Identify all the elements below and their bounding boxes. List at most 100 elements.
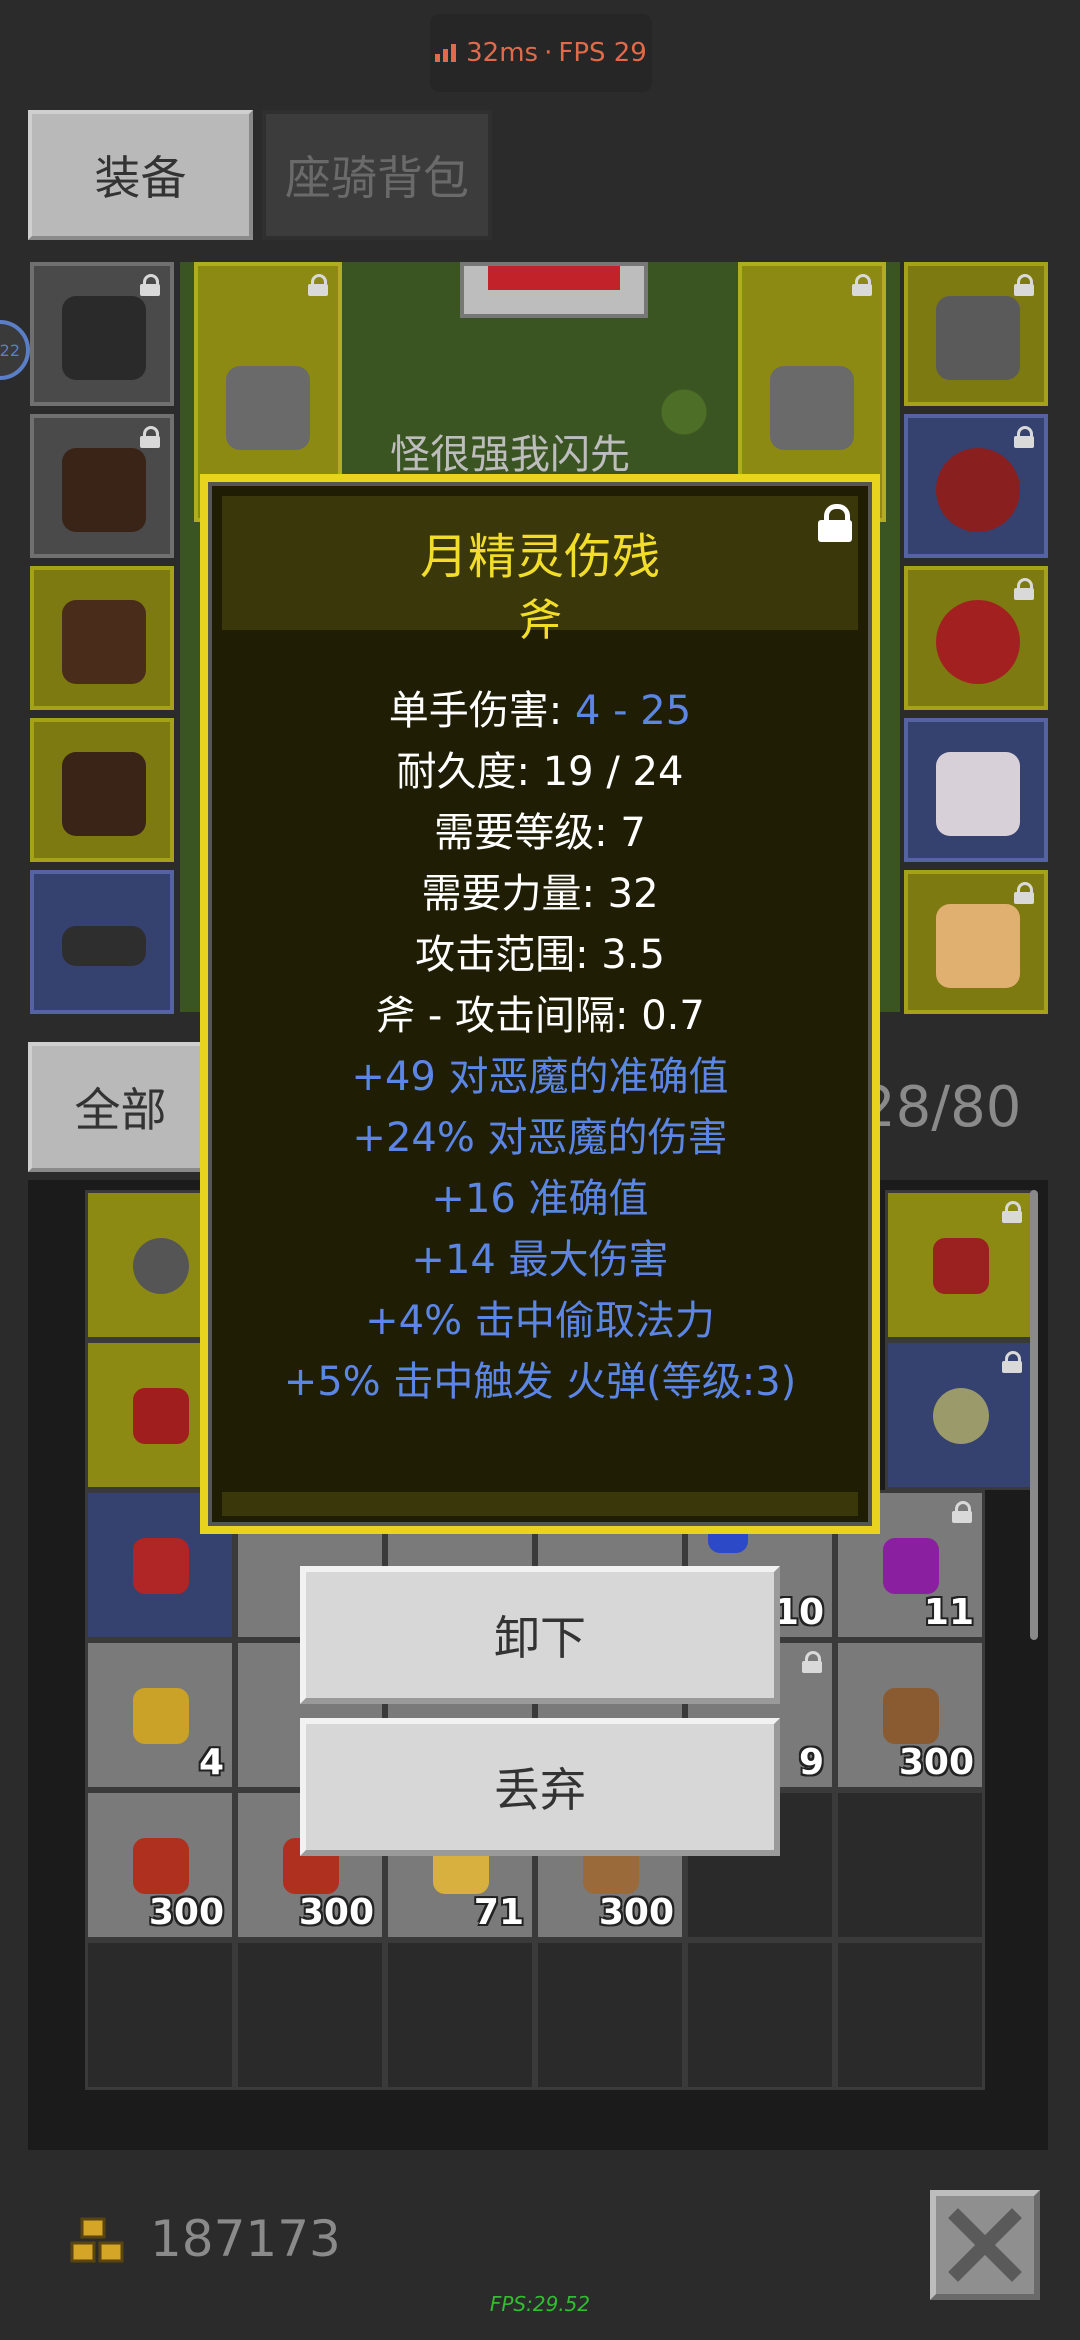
armor-slot[interactable]	[30, 414, 174, 558]
inventory-cell-empty[interactable]	[685, 1940, 835, 2090]
ring-slot-1[interactable]	[904, 414, 1048, 558]
mount-slot[interactable]	[904, 870, 1048, 1014]
fps-status: FPS 29	[558, 38, 647, 68]
status-separator: ·	[544, 38, 553, 68]
lock-icon	[140, 426, 160, 448]
gloves-icon	[62, 600, 146, 684]
helmet-slot[interactable]	[30, 262, 174, 406]
affix-line: +14 最大伤害	[411, 1237, 669, 1283]
inventory-cell-empty[interactable]	[835, 1790, 985, 1940]
item-quantity: 10	[773, 1592, 824, 1633]
affix-line: +16 准确值	[431, 1176, 649, 1222]
side-bubble[interactable]: 22	[0, 320, 30, 380]
purple-gem-icon	[883, 1538, 939, 1594]
item-tooltip: 月精灵伤残 斧 单手伤害: 4 - 25 耐久度: 19 / 24 需要等级: …	[200, 474, 880, 1534]
shield-icon	[133, 1238, 189, 1294]
boots-icon	[62, 752, 146, 836]
meat-icon	[133, 1838, 189, 1894]
ring-icon	[936, 448, 1020, 532]
discard-button[interactable]: 丢弃	[300, 1718, 780, 1856]
lock-icon	[852, 274, 872, 296]
bread-icon	[883, 1688, 939, 1744]
affix-line: +24% 对恶魔的伤害	[352, 1115, 728, 1161]
ping-text: 32ms	[466, 38, 539, 68]
inventory-cell[interactable]	[885, 1340, 1035, 1490]
belt-icon	[62, 926, 146, 966]
item-quantity: 11	[923, 1592, 974, 1633]
lock-icon	[1014, 274, 1034, 296]
lock-icon	[1002, 1351, 1022, 1373]
gold-amount: 187173	[150, 2210, 341, 2268]
lock-icon	[308, 274, 328, 296]
lock-icon	[1014, 882, 1034, 904]
close-button[interactable]	[930, 2190, 1040, 2300]
stat-durability: 耐久度: 19 / 24	[396, 749, 684, 795]
inventory-scrollbar[interactable]	[1030, 1190, 1038, 1640]
scene-banner	[460, 262, 648, 318]
inventory-cell-empty[interactable]	[535, 1940, 685, 2090]
stat-attack-interval: 斧 - 攻击间隔: 0.7	[375, 993, 705, 1039]
tab-equipment[interactable]: 装备	[28, 110, 253, 240]
tooltip-footer	[222, 1492, 858, 1516]
item-quantity: 4	[198, 1742, 224, 1783]
stat-required-level: 需要等级: 7	[434, 810, 646, 856]
axe-icon	[133, 1538, 189, 1594]
inventory-cell-empty[interactable]	[85, 1940, 235, 2090]
filter-all-button[interactable]: 全部	[28, 1042, 213, 1172]
lock-icon[interactable]	[818, 504, 852, 542]
stat-damage: 单手伤害: 4 - 25	[388, 688, 692, 734]
ring-icon	[933, 1388, 989, 1444]
unequip-button[interactable]: 卸下	[300, 1566, 780, 1704]
scythe-icon	[770, 366, 854, 450]
inventory-cell-empty[interactable]	[235, 1940, 385, 2090]
ring-slot-2[interactable]	[904, 566, 1048, 710]
sword-icon	[933, 1238, 989, 1294]
inventory-cell[interactable]	[885, 1190, 1035, 1340]
affix-line: +4% 击中偷取法力	[365, 1298, 715, 1344]
item-quantity: 9	[798, 1742, 824, 1783]
gloves-slot[interactable]	[30, 566, 174, 710]
inventory-cell[interactable]: 4	[85, 1640, 235, 1790]
inventory-cell[interactable]: 300	[85, 1790, 235, 1940]
lock-icon	[1014, 578, 1034, 600]
scene-text: 怪很强我闪先	[390, 432, 630, 478]
item-type: 斧	[518, 595, 562, 646]
affix-line: +49 对恶魔的准确值	[351, 1054, 729, 1100]
bag-count: 28/80	[860, 1075, 1022, 1140]
network-status: 32ms · FPS 29	[430, 14, 652, 92]
ring-icon	[936, 600, 1020, 684]
item-quantity: 300	[598, 1892, 674, 1933]
affix-line: +5% 击中触发 火弹(等级:3)	[283, 1359, 797, 1405]
axe-icon	[226, 366, 310, 450]
inventory-cell[interactable]: 300	[835, 1640, 985, 1790]
amulet-slot[interactable]	[904, 262, 1048, 406]
lock-icon	[952, 1501, 972, 1523]
lock-icon	[1002, 1201, 1022, 1223]
yellow-gem-icon	[133, 1688, 189, 1744]
lock-icon	[140, 274, 160, 296]
belt-slot[interactable]	[30, 870, 174, 1014]
item-quantity: 71	[473, 1892, 524, 1933]
amulet-icon	[936, 296, 1020, 380]
item-quantity: 300	[298, 1892, 374, 1933]
helmet-icon	[62, 296, 146, 380]
sword-icon	[133, 1388, 189, 1444]
item-quantity: 300	[148, 1892, 224, 1933]
mount-scroll-icon	[936, 904, 1020, 988]
stat-required-strength: 需要力量: 32	[421, 871, 659, 917]
stat-attack-range: 攻击范围: 3.5	[415, 932, 665, 978]
boots-slot[interactable]	[30, 718, 174, 862]
lock-icon	[802, 1651, 822, 1673]
armor-icon	[62, 448, 146, 532]
pet-slot[interactable]	[904, 718, 1048, 862]
close-icon	[948, 2208, 1022, 2282]
inventory-cell-empty[interactable]	[835, 1940, 985, 2090]
gold-icon	[70, 2217, 124, 2263]
item-name: 月精灵伤残	[419, 529, 660, 585]
signal-icon	[435, 44, 457, 62]
inventory-cell-empty[interactable]	[385, 1940, 535, 2090]
item-quantity: 300	[898, 1742, 974, 1783]
pet-scroll-icon	[936, 752, 1020, 836]
tab-mount-bag[interactable]: 座骑背包	[262, 110, 492, 240]
fps-counter: FPS:29.52	[489, 2292, 591, 2316]
